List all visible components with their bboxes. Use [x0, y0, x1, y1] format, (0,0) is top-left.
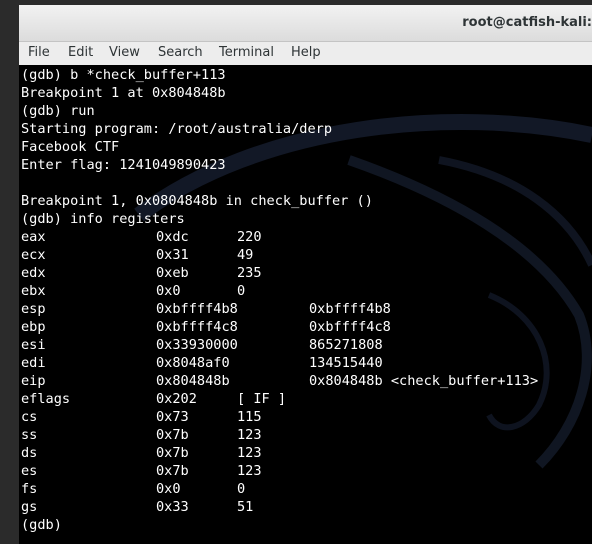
- register-row-esp: esp 0xbffff4b8 0xbffff4b8: [21, 300, 391, 318]
- register-name: eflags: [21, 391, 71, 407]
- register-row-eip: eip 0x804848b 0x804848b <check_buffer+11…: [21, 372, 538, 390]
- menu-search[interactable]: Search: [158, 45, 203, 60]
- register-dec: 220: [237, 229, 262, 245]
- register-row-edx: edx 0xeb 235: [21, 264, 373, 282]
- terminal-line: (gdb) run: [21, 103, 95, 119]
- register-dec: 49: [237, 247, 254, 263]
- register-name: esp: [21, 301, 46, 317]
- register-name: eax: [21, 229, 46, 245]
- terminal-output[interactable]: (gdb) b *check_buffer+113 Breakpoint 1 a…: [19, 65, 592, 544]
- register-row-ds: ds 0x7b 123: [21, 444, 373, 462]
- terminal-line: Starting program: /root/australia/derp: [21, 121, 332, 137]
- register-name: ebx: [21, 283, 46, 299]
- menu-edit[interactable]: Edit: [68, 45, 93, 60]
- register-name: gs: [21, 499, 38, 515]
- terminal-window: root@catfish-kali: File Edit View Search…: [19, 5, 592, 544]
- register-row-cs: cs 0x73 115: [21, 408, 373, 426]
- register-hex: 0xbffff4b8: [156, 301, 238, 317]
- register-name: ebp: [21, 319, 46, 335]
- register-hex: 0xbffff4c8: [156, 319, 238, 335]
- register-hex: 0x33930000: [156, 337, 238, 353]
- register-row-esi: esi 0x33930000 865271808: [21, 336, 383, 354]
- register-dec: 123: [237, 463, 262, 479]
- register-row-ebx: ebx 0x0 0: [21, 282, 373, 300]
- terminal-line: Facebook CTF: [21, 139, 120, 155]
- register-row-edi: edi 0x8048af0 134515440: [21, 354, 383, 372]
- window-title: root@catfish-kali:: [462, 15, 592, 30]
- register-row-fs: fs 0x0 0: [21, 480, 373, 498]
- menu-file[interactable]: File: [28, 45, 50, 60]
- register-row-gs: gs 0x33 51: [21, 498, 373, 516]
- register-hex: 0x202: [156, 391, 197, 407]
- register-row-ss: ss 0x7b 123: [21, 426, 373, 444]
- menu-view[interactable]: View: [109, 45, 140, 60]
- register-name: edi: [21, 355, 46, 371]
- register-name: ds: [21, 445, 38, 461]
- register-name: ecx: [21, 247, 46, 263]
- register-extra: 0xbffff4c8: [309, 319, 391, 335]
- register-row-eax: eax 0xdc 220: [21, 228, 373, 246]
- register-name: fs: [21, 481, 38, 497]
- register-row-ebp: ebp 0xbffff4c8 0xbffff4c8: [21, 318, 391, 336]
- register-hex: 0x0: [156, 481, 181, 497]
- register-extra: 0xbffff4b8: [309, 301, 391, 317]
- menu-terminal[interactable]: Terminal: [219, 45, 274, 60]
- register-hex: 0x7b: [156, 427, 189, 443]
- register-dec: 235: [237, 265, 262, 281]
- terminal-line: (gdb) b *check_buffer+113: [21, 67, 226, 83]
- register-name: cs: [21, 409, 38, 425]
- register-dec: 0: [237, 283, 246, 299]
- register-dec: 123: [237, 427, 262, 443]
- register-name: eip: [21, 373, 46, 389]
- register-extra: 0x804848b <check_buffer+113>: [309, 373, 539, 389]
- terminal-line: Breakpoint 1, 0x0804848b in check_buffer…: [21, 193, 373, 209]
- register-name: edx: [21, 265, 46, 281]
- register-dec: [ IF ]: [237, 391, 287, 407]
- terminal-line: (gdb) info registers: [21, 211, 185, 227]
- register-hex: 0x8048af0: [156, 355, 230, 371]
- title-bar[interactable]: root@catfish-kali:: [19, 5, 592, 42]
- terminal-line: Breakpoint 1 at 0x804848b: [21, 85, 226, 101]
- register-row-eflags: eflags 0x202 [ IF ]: [21, 390, 373, 408]
- register-hex: 0xdc: [156, 229, 189, 245]
- menu-help[interactable]: Help: [291, 45, 321, 60]
- register-hex: 0x0: [156, 283, 181, 299]
- register-dec: 115: [237, 409, 262, 425]
- register-name: esi: [21, 337, 46, 353]
- register-row-es: es 0x7b 123: [21, 462, 373, 480]
- register-dec: 0: [237, 481, 246, 497]
- register-extra: 134515440: [309, 355, 383, 371]
- register-hex: 0x73: [156, 409, 189, 425]
- register-hex: 0x7b: [156, 463, 189, 479]
- register-dec: 51: [237, 499, 254, 515]
- register-name: ss: [21, 427, 38, 443]
- register-hex: 0x7b: [156, 445, 189, 461]
- register-name: es: [21, 463, 38, 479]
- register-hex: 0x31: [156, 247, 189, 263]
- register-hex: 0x33: [156, 499, 189, 515]
- register-extra: 865271808: [309, 337, 383, 353]
- register-dec: 123: [237, 445, 262, 461]
- menu-bar: File Edit View Search Terminal Help: [19, 42, 592, 65]
- terminal-line: Enter flag: 1241049890423: [21, 157, 226, 173]
- register-hex: 0xeb: [156, 265, 189, 281]
- register-row-ecx: ecx 0x31 49: [21, 246, 373, 264]
- register-hex: 0x804848b: [156, 373, 230, 389]
